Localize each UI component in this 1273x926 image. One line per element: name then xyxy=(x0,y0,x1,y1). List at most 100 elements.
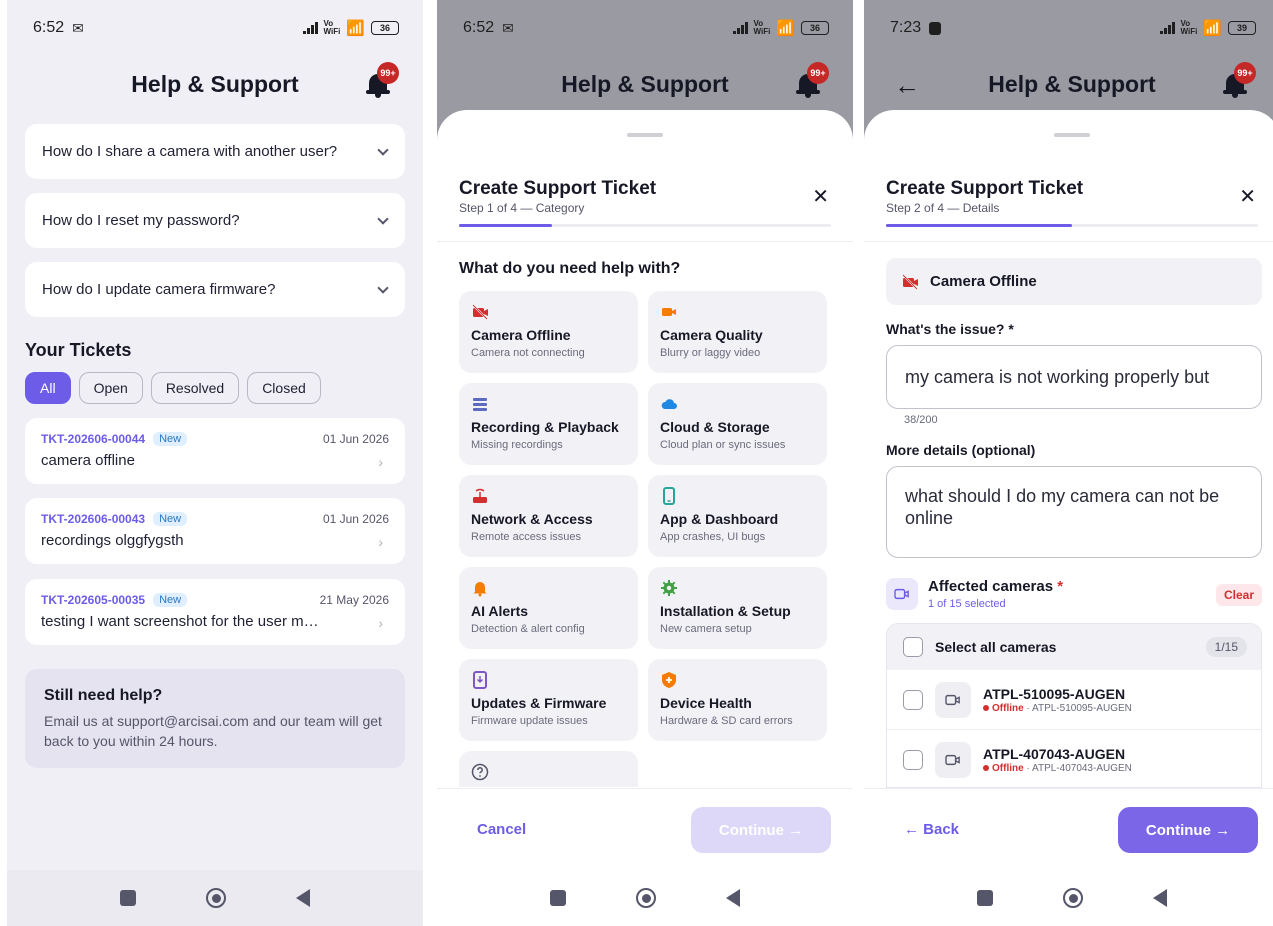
video-camera-icon xyxy=(935,741,971,778)
filter-chip-resolved[interactable]: Resolved xyxy=(150,372,240,404)
select-all-checkbox[interactable] xyxy=(903,637,923,657)
category-card[interactable]: Cloud & Storage Cloud plan or sync issue… xyxy=(648,383,827,465)
bottom-sheet: Create Support Ticket Step 1 of 4 — Cate… xyxy=(437,110,853,926)
divider xyxy=(437,241,853,242)
affected-cameras-title: Affected cameras * xyxy=(928,578,1064,595)
issue-input-value: my camera is not working properly but xyxy=(905,366,1210,387)
camera-off-icon xyxy=(902,273,918,290)
page-title: Help & Support xyxy=(131,70,299,97)
home-icon[interactable] xyxy=(636,888,656,908)
category-desc: Hardware & SD card errors xyxy=(660,715,793,727)
continue-button[interactable]: Continue → xyxy=(1118,807,1258,853)
category-card[interactable]: Network & Access Remote access issues xyxy=(459,475,638,557)
details-label: More details (optional) xyxy=(886,442,1036,458)
details-textarea[interactable]: what should I do my camera can not be on… xyxy=(886,466,1262,558)
status-bar: 7:23 Vo WiFi 📶 39 xyxy=(864,0,1273,56)
vowifi-icon: Vo WiFi xyxy=(753,19,771,36)
app-header: ← Help & Support 99+ xyxy=(864,56,1273,112)
close-icon[interactable]: ✕ xyxy=(812,184,829,209)
divider xyxy=(864,241,1273,242)
issue-input[interactable]: my camera is not working properly but xyxy=(886,345,1262,409)
cancel-button[interactable]: Cancel xyxy=(477,821,526,838)
category-card[interactable]: Device Health Hardware & SD card errors xyxy=(648,659,827,741)
category-card[interactable] xyxy=(459,751,638,787)
notification-badge: 99+ xyxy=(377,62,399,84)
faq-question: How do I reset my password? xyxy=(42,212,240,229)
back-arrow-icon[interactable]: ← xyxy=(894,70,920,101)
step-progress-bar xyxy=(886,224,1258,227)
category-card[interactable]: Installation & Setup New camera setup xyxy=(648,567,827,649)
camera-checkbox[interactable] xyxy=(903,689,923,710)
category-card[interactable]: AI Alerts Detection & alert config xyxy=(459,567,638,649)
bell-icon xyxy=(473,582,487,597)
sheet-footer: ← Back Continue → xyxy=(864,788,1273,870)
notification-bell-icon[interactable]: 99+ xyxy=(363,62,399,100)
sheet-title: Create Support Ticket xyxy=(459,178,657,199)
category-question: What do you need help with? xyxy=(459,260,681,277)
category-card[interactable]: Camera Quality Blurry or laggy video xyxy=(648,291,827,373)
category-desc: Detection & alert config xyxy=(471,623,585,635)
home-icon[interactable] xyxy=(1063,888,1083,908)
recents-icon[interactable] xyxy=(550,890,566,906)
faq-item[interactable]: How do I share a camera with another use… xyxy=(25,124,405,179)
camera-row[interactable]: ATPL-510095-AUGEN Offline · ATPL-510095-… xyxy=(887,670,1261,730)
selected-category-name: Camera Offline xyxy=(930,273,1037,290)
notification-badge: 99+ xyxy=(807,62,829,84)
status-time: 7:23 xyxy=(890,19,922,36)
gear-icon xyxy=(661,580,677,596)
category-card[interactable]: App & Dashboard App crashes, UI bugs xyxy=(648,475,827,557)
ticket-card[interactable]: TKT-202606-00043 New 01 Jun 2026 recordi… xyxy=(25,498,405,564)
category-desc: App crashes, UI bugs xyxy=(660,531,766,543)
camera-row[interactable]: ATPL-407043-AUGEN Offline · ATPL-407043-… xyxy=(887,730,1261,787)
sheet-drag-handle[interactable] xyxy=(1054,133,1090,137)
faq-question: How do I update camera firmware? xyxy=(42,281,276,298)
category-card[interactable]: Camera Offline Camera not connecting xyxy=(459,291,638,373)
close-icon[interactable]: ✕ xyxy=(1239,184,1256,209)
camera-checkbox[interactable] xyxy=(903,749,923,770)
required-asterisk: * xyxy=(1057,578,1064,595)
camera-list: Select all cameras 1/15 ATPL-510095-AUGE… xyxy=(886,623,1262,788)
help-card-body: Email us at support@arcisai.com and our … xyxy=(44,713,382,749)
filter-chip-all[interactable]: All xyxy=(25,372,71,404)
back-triangle-icon[interactable] xyxy=(1153,889,1167,907)
category-desc: Firmware update issues xyxy=(471,715,588,727)
category-name: Network & Access xyxy=(471,511,593,527)
category-desc: Blurry or laggy video xyxy=(660,347,761,359)
notification-badge: 99+ xyxy=(1234,62,1256,84)
notification-bell-icon[interactable]: 99+ xyxy=(793,62,829,100)
recents-icon[interactable] xyxy=(977,890,993,906)
faq-item[interactable]: How do I reset my password? xyxy=(25,193,405,248)
ticket-card[interactable]: TKT-202605-00035 New 21 May 2026 testing… xyxy=(25,579,405,645)
continue-button[interactable]: Continue → xyxy=(691,807,831,853)
filter-chip-open[interactable]: Open xyxy=(78,372,143,404)
select-all-row[interactable]: Select all cameras 1/15 xyxy=(887,624,1261,670)
category-card[interactable]: Recording & Playback Missing recordings xyxy=(459,383,638,465)
category-name: Cloud & Storage xyxy=(660,419,770,435)
back-triangle-icon[interactable] xyxy=(296,889,310,907)
camera-status: Offline · ATPL-407043-AUGEN xyxy=(983,763,1132,774)
status-time: 6:52 xyxy=(33,19,65,36)
ticket-date: 21 May 2026 xyxy=(319,593,389,607)
select-all-label: Select all cameras xyxy=(935,639,1057,655)
list-icon xyxy=(473,398,487,411)
faq-item[interactable]: How do I update camera firmware? xyxy=(25,262,405,317)
category-card[interactable]: Updates & Firmware Firmware update issue… xyxy=(459,659,638,741)
chevron-down-icon xyxy=(377,212,389,225)
notification-bell-icon[interactable]: 99+ xyxy=(1220,62,1256,100)
recents-icon[interactable] xyxy=(120,890,136,906)
ticket-card[interactable]: TKT-202606-00044 New 01 Jun 2026 camera … xyxy=(25,418,405,484)
category-desc: Cloud plan or sync issues xyxy=(660,439,786,451)
back-button[interactable]: ← Back xyxy=(904,821,959,838)
sheet-title: Create Support Ticket xyxy=(886,178,1084,199)
step-progress-bar xyxy=(459,224,831,227)
router-icon xyxy=(473,488,487,503)
home-icon[interactable] xyxy=(206,888,226,908)
back-triangle-icon[interactable] xyxy=(726,889,740,907)
camera-name: ATPL-510095-AUGEN xyxy=(983,685,1126,702)
category-grid: Camera Offline Camera not connecting Cam… xyxy=(459,291,828,787)
filter-chip-closed[interactable]: Closed xyxy=(247,372,321,404)
clear-button[interactable]: Clear xyxy=(1215,584,1262,606)
camera-status: Offline · ATPL-510095-AUGEN xyxy=(983,703,1132,714)
signal-icon xyxy=(732,22,748,34)
sheet-drag-handle[interactable] xyxy=(627,133,663,137)
